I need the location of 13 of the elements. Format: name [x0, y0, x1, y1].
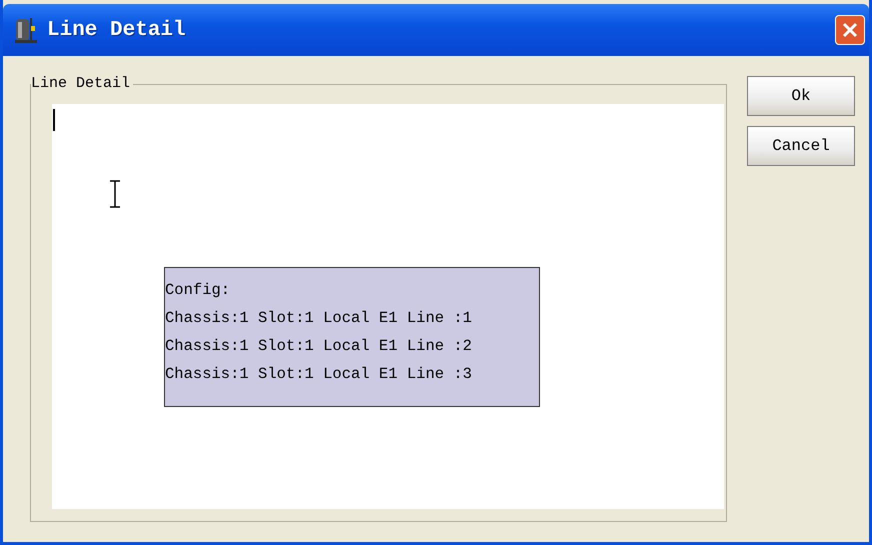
- close-icon: [841, 21, 859, 39]
- tooltip-line: Chassis:1 Slot:1 Local E1 Line :3: [165, 364, 472, 385]
- text-cursor-icon: [109, 180, 121, 208]
- app-icon: [13, 16, 39, 44]
- text-caret: [53, 109, 55, 131]
- close-button[interactable]: [835, 15, 865, 45]
- tooltip-line: Chassis:1 Slot:1 Local E1 Line :1: [165, 308, 472, 329]
- text-area[interactable]: Config: Chassis:1 Slot:1 Local E1 Line :1 Chassis:1 Slot:1 Local E1 Line :2 Chassis:1 Slot:1 Local E1 Line :3: [52, 104, 724, 509]
- window-title: Line Detail: [47, 18, 187, 42]
- dialog-button[interactable]: Cancel: [747, 126, 855, 166]
- dialog-button[interactable]: Ok: [747, 76, 855, 116]
- tooltip-heading: Config:: [165, 280, 230, 301]
- tooltip-line: Chassis:1 Slot:1 Local E1 Line :2: [165, 336, 472, 357]
